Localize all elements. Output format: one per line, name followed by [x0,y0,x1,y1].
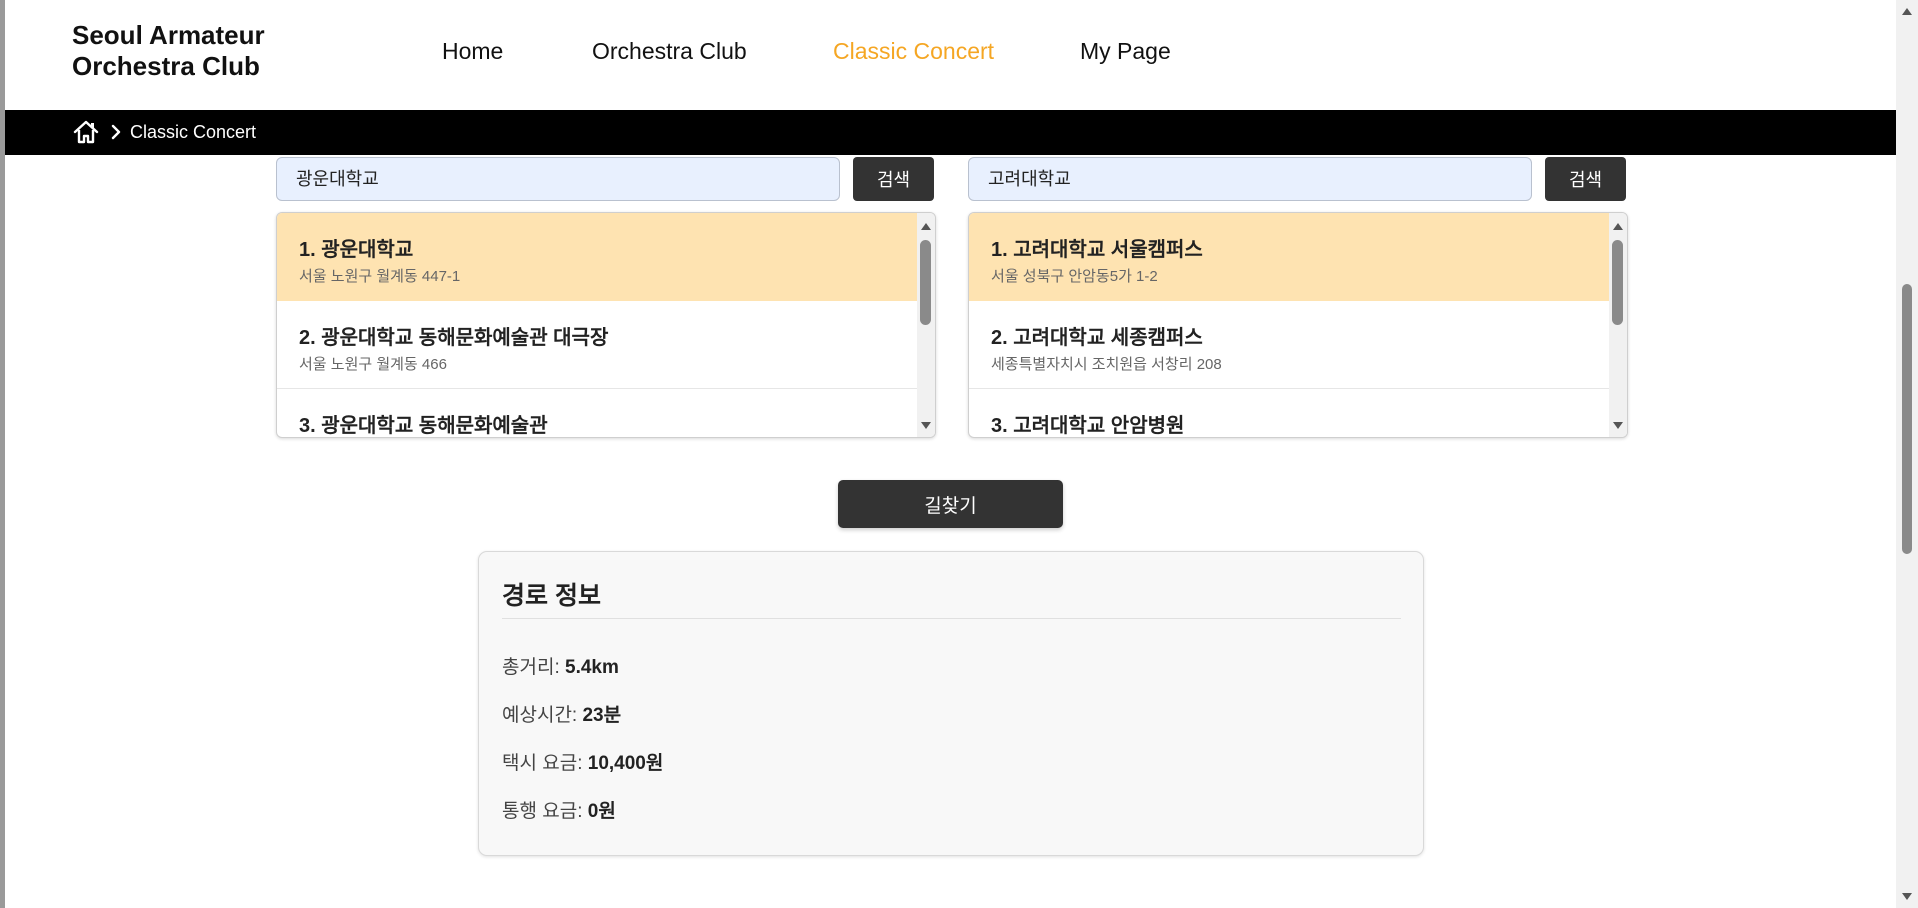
destination-search-button[interactable]: 검색 [1545,157,1626,201]
scrollbar-thumb[interactable] [1612,240,1623,325]
breadcrumb-current: Classic Concert [130,122,257,142]
scroll-up-arrow-icon[interactable] [1901,6,1913,16]
breadcrumb: Classic Concert [5,110,1896,155]
result-name: 1. 광운대학교 [299,239,414,261]
result-name: 3. 광운대학교 동해문화예술관 [299,415,548,437]
logo-line-1: Seoul Armateur [72,20,265,50]
result-name: 3. 고려대학교 안암병원 [991,415,1185,437]
taxi-fare-row: 택시 요금: 10,400원 [502,748,663,775]
row-value: 10,400원 [587,753,664,774]
site-logo[interactable]: Seoul Armateur Orchestra Club [72,20,265,82]
row-label: 통행 요금: [502,801,588,822]
result-address: 서울 성북구 안암동5가 1-2 [991,268,1158,285]
result-address: 세종특별자치시 조치원읍 서창리 208 [991,356,1222,373]
scroll-down-arrow-icon[interactable] [920,421,932,431]
total-distance-row: 총거리: 5.4km [502,652,619,679]
page-scrollbar[interactable] [1896,0,1918,908]
scrollbar-thumb[interactable] [920,240,931,325]
logo-line-2: Orchestra Club [72,51,260,81]
site-header: Seoul Armateur Orchestra Club Home Orche… [5,0,1896,110]
page-scrollbar-thumb[interactable] [1902,284,1912,554]
divider [502,618,1401,619]
result-name: 2. 광운대학교 동해문화예술관 대극장 [299,327,609,349]
route-info-card: 경로 정보 총거리: 5.4km 예상시간: 23분 택시 요금: 10,400… [478,551,1424,856]
estimated-time-row: 예상시간: 23분 [502,700,621,727]
origin-results-scrollbar[interactable] [917,213,935,437]
destination-results-scrollbar[interactable] [1609,213,1627,437]
route-info-title: 경로 정보 [502,582,601,610]
row-value: 23분 [582,705,622,726]
home-icon[interactable] [72,118,100,146]
list-item[interactable]: 2. 광운대학교 동해문화예술관 대극장 서울 노원구 월계동 466 [277,301,917,389]
scroll-down-arrow-icon[interactable] [1612,421,1624,431]
list-item[interactable]: 3. 고려대학교 안암병원 [969,389,1609,437]
destination-results-list[interactable]: 1. 고려대학교 서울캠퍼스 서울 성북구 안암동5가 1-2 2. 고려대학교… [968,212,1628,438]
toll-fare-row: 통행 요금: 0원 [502,796,616,823]
list-item[interactable]: 2. 고려대학교 세종캠퍼스 세종특별자치시 조치원읍 서창리 208 [969,301,1609,389]
list-item[interactable]: 1. 고려대학교 서울캠퍼스 서울 성북구 안암동5가 1-2 [969,213,1609,301]
result-name: 2. 고려대학교 세종캠퍼스 [991,327,1203,349]
row-value: 5.4km [565,657,619,678]
row-label: 예상시간: [502,705,583,726]
nav-item-home[interactable]: Home [442,38,503,65]
nav-item-orchestra-club[interactable]: Orchestra Club [592,38,747,65]
list-item[interactable]: 1. 광운대학교 서울 노원구 월계동 447-1 [277,213,917,301]
origin-search-input[interactable]: 광운대학교 [276,157,840,201]
scroll-down-arrow-icon[interactable] [1901,892,1913,902]
origin-search-button[interactable]: 검색 [853,157,934,201]
result-address: 서울 노원구 월계동 466 [299,356,447,373]
destination-search: 고려대학교 검색 1. 고려대학교 서울캠퍼스 서울 성북구 안암동5가 1-2… [968,157,1628,438]
result-name: 1. 고려대학교 서울캠퍼스 [991,239,1203,261]
row-label: 총거리: [502,657,565,678]
origin-search-row: 광운대학교 검색 [276,157,936,201]
nav-item-my-page[interactable]: My Page [1080,38,1171,65]
list-item[interactable]: 3. 광운대학교 동해문화예술관 [277,389,917,437]
find-route-button[interactable]: 길찾기 [838,480,1063,528]
origin-search: 광운대학교 검색 1. 광운대학교 서울 노원구 월계동 447-1 2. 광운… [276,157,936,438]
nav-item-classic-concert[interactable]: Classic Concert [833,38,994,65]
row-value: 0원 [587,801,616,822]
destination-search-row: 고려대학교 검색 [968,157,1628,201]
row-label: 택시 요금: [502,753,588,774]
origin-results-list[interactable]: 1. 광운대학교 서울 노원구 월계동 447-1 2. 광운대학교 동해문화예… [276,212,936,438]
result-address: 서울 노원구 월계동 447-1 [299,268,461,285]
scroll-up-arrow-icon[interactable] [920,221,932,231]
scroll-up-arrow-icon[interactable] [1612,221,1624,231]
chevron-right-icon [111,124,121,140]
destination-search-input[interactable]: 고려대학교 [968,157,1532,201]
